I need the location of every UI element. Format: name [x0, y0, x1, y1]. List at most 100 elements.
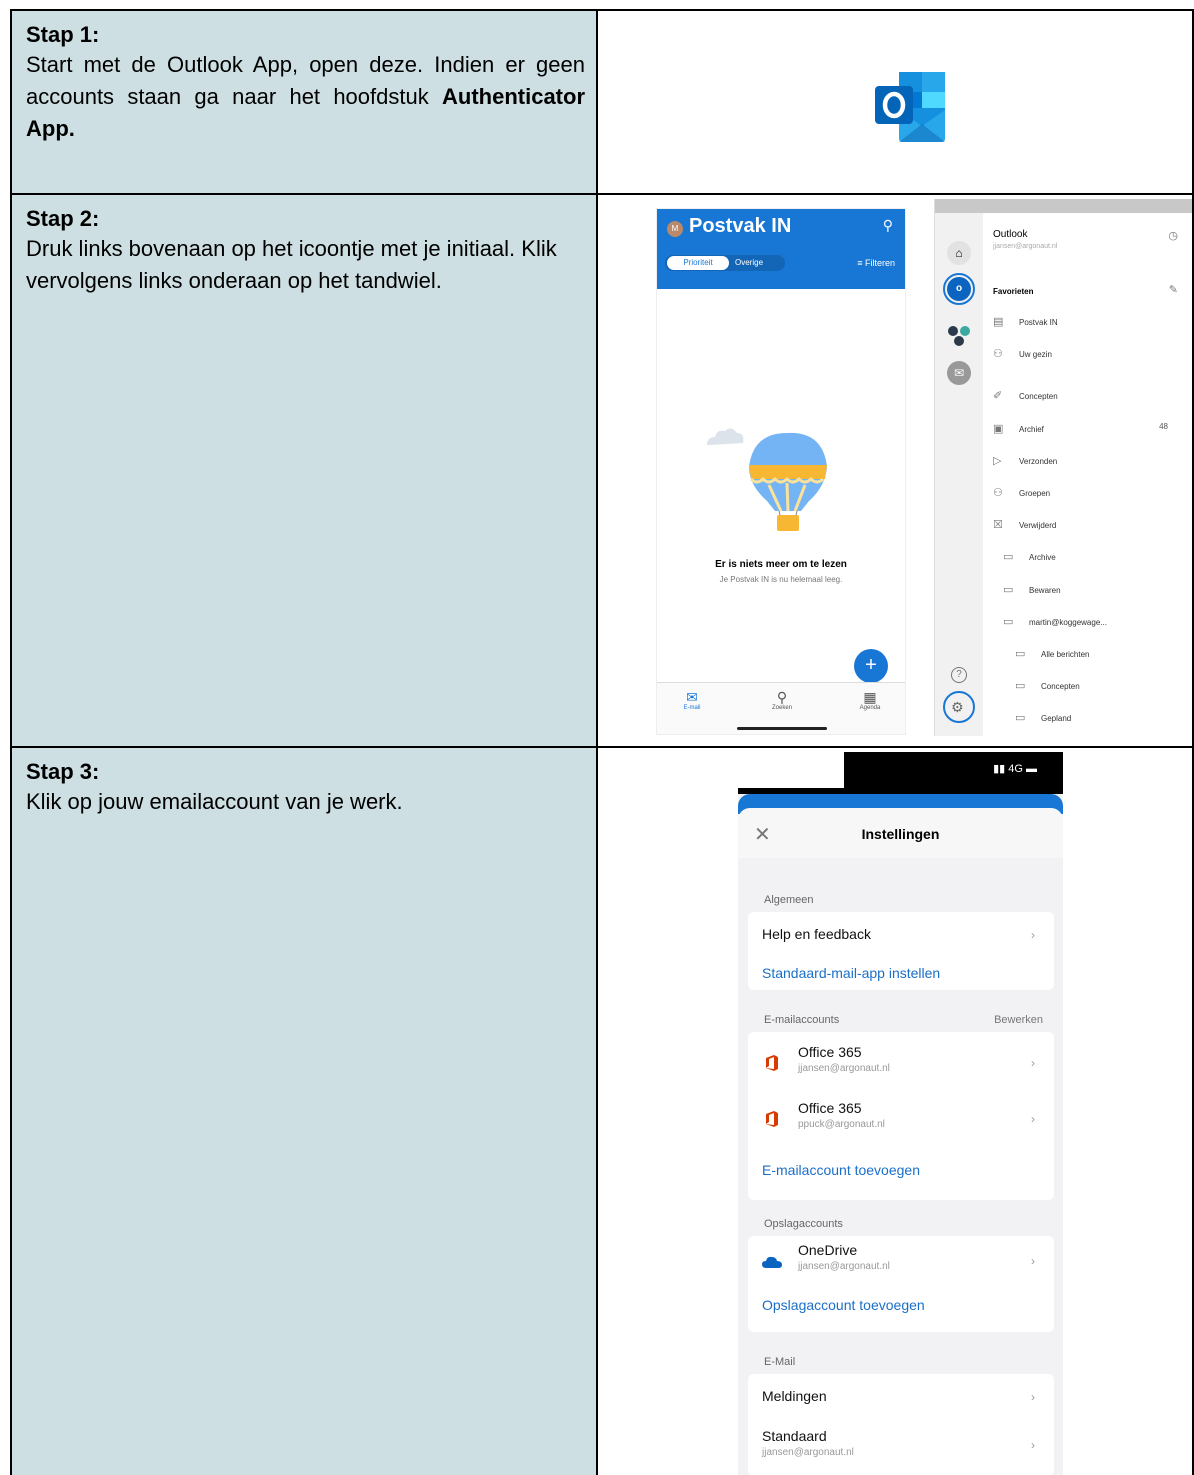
account-2-name[interactable]: Office 365: [798, 1100, 862, 1116]
add-email-account-link[interactable]: E-mailaccount toevoegen: [762, 1162, 920, 1178]
filter-icon: ≡: [857, 258, 865, 268]
folder-label: Verzonden: [1019, 456, 1058, 466]
network-label: 4G: [1008, 763, 1023, 775]
outlook-logo-icon: [875, 72, 945, 142]
inbox-title: Postvak IN: [689, 215, 792, 237]
step-1-text: Start met de Outlook App, open deze. Ind…: [26, 49, 585, 145]
edit-icon[interactable]: ✎: [1169, 283, 1178, 296]
step-1-image-cell: [596, 9, 1194, 195]
folder-item[interactable]: ▭ Archive: [1003, 550, 1056, 563]
avatar[interactable]: M: [667, 221, 683, 237]
folder-label: Concepten: [1019, 392, 1058, 402]
step-3-title: Stap 3:: [26, 759, 100, 784]
folder-label: Gepland: [1041, 714, 1072, 724]
calendar-icon: ▦: [863, 689, 877, 705]
folder-icon: ▭: [1003, 551, 1014, 564]
add-account-icon[interactable]: ✉: [947, 361, 971, 385]
folder-item[interactable]: ⚇ Groepen: [993, 486, 1050, 499]
notifications-item[interactable]: Meldingen: [762, 1388, 827, 1404]
folder-label: Alle berichten: [1041, 650, 1090, 659]
app-icon[interactable]: [945, 321, 973, 349]
account-1-name[interactable]: Office 365: [798, 1044, 862, 1060]
tab-calendar-label: Agenda: [859, 705, 881, 711]
folder-item[interactable]: ▤ Postvak IN: [993, 315, 1058, 328]
default-mail-app-link[interactable]: Standaard-mail-app instellen: [762, 965, 940, 981]
help-feedback-item[interactable]: Help en feedback: [762, 926, 871, 942]
step-2-row: Stap 2: Druk links bovenaan op het icoon…: [10, 195, 1194, 748]
empty-inbox-subtitle: Je Postvak IN is nu helemaal leeg.: [719, 575, 843, 584]
folder-item[interactable]: ▭ martin@koggewage...: [1003, 615, 1107, 628]
chevron-right-icon: ›: [1031, 928, 1035, 942]
menu-screenshot: ⌂ o ✉ ? ⚙ Outlook jjansen@argonaut.nl ◷ …: [934, 199, 1192, 736]
folder-label: martin@koggewage...: [1029, 617, 1107, 627]
folder-item[interactable]: ▭ Alle berichten: [1015, 647, 1089, 660]
edit-link[interactable]: Bewerken: [994, 1014, 1043, 1026]
signal-icon: ▮▮: [993, 763, 1009, 775]
account-name: Outlook: [993, 229, 1028, 240]
folder-count-badge: 48: [1159, 421, 1168, 431]
home-icon[interactable]: ⌂: [947, 241, 971, 265]
folder-label: Verwijderd: [1019, 521, 1057, 531]
folder-item[interactable]: ▣ Archief: [993, 422, 1044, 435]
chevron-right-icon: ›: [1031, 1390, 1035, 1404]
default-account-email: jjansen@argonaut.nl: [762, 1447, 854, 1458]
folder-item[interactable]: ▭ Concepten: [1015, 679, 1080, 692]
office365-icon: [766, 1111, 778, 1127]
alarm-icon[interactable]: ◷: [1168, 229, 1178, 242]
section-email-accounts: E-mailaccounts: [764, 1014, 840, 1026]
default-account-item[interactable]: Standaard: [762, 1428, 827, 1444]
folder-item[interactable]: ▷ Verzonden: [993, 454, 1057, 467]
tab-email[interactable]: ✉ E-mail: [667, 689, 717, 711]
tab-email-label: E-mail: [683, 705, 701, 711]
search-icon: ⚲: [776, 689, 788, 705]
chevron-right-icon: ›: [1031, 1112, 1035, 1126]
tab-overige[interactable]: Overige: [735, 256, 763, 270]
step-2-title: Stap 2:: [26, 206, 100, 231]
tab-search-label: Zoeken: [771, 705, 792, 711]
settings-title: Instellingen: [861, 826, 940, 842]
account-rail: ⌂ o ✉ ? ⚙: [935, 213, 983, 736]
office365-icon: [766, 1055, 778, 1071]
home-indicator: [737, 727, 827, 730]
folder-icon: ▭: [1015, 712, 1026, 725]
balloon-illustration: [707, 428, 827, 531]
tab-prioriteit[interactable]: Prioriteit: [667, 256, 729, 270]
step-2-instructions: Stap 2: Druk links bovenaan op het icoon…: [10, 195, 597, 748]
account-2-email: ppuck@argonaut.nl: [798, 1119, 885, 1130]
step-3-image-cell: ▮▮ 4G ▬ ✕ Instellingen Algemeen Help en …: [596, 748, 1194, 1475]
folder-label: Uw gezin: [1019, 350, 1052, 360]
folder-label: Archief: [1019, 424, 1044, 434]
send-icon: ▷: [993, 454, 1002, 467]
inbox-icon: ▤: [993, 316, 1004, 328]
archive-icon: ▣: [993, 422, 1004, 435]
onedrive-email: jjansen@argonaut.nl: [798, 1261, 890, 1272]
step-2-image-cell: M Postvak IN ⚲ Prioriteit Overige ≡ Filt…: [596, 195, 1194, 748]
folder-label: Bewaren: [1029, 585, 1061, 595]
outlook-account-icon[interactable]: o: [947, 277, 971, 301]
help-icon[interactable]: ?: [951, 667, 967, 683]
section-mail: E-Mail: [764, 1356, 796, 1368]
tab-calendar[interactable]: ▦ Agenda: [845, 689, 895, 711]
folder-label: Groepen: [1019, 489, 1051, 498]
chevron-right-icon: ›: [1031, 1254, 1035, 1268]
compose-button[interactable]: +: [854, 649, 888, 683]
add-storage-account-link[interactable]: Opslagaccount toevoegen: [762, 1297, 925, 1313]
gear-icon[interactable]: ⚙: [951, 699, 964, 716]
folder-item[interactable]: ☒ Verwijderd: [993, 518, 1056, 531]
draft-icon: ✐: [993, 390, 1003, 403]
folder-item[interactable]: ✐ Concepten: [993, 389, 1058, 402]
step-1-row: Stap 1: Start met de Outlook App, open d…: [10, 9, 1194, 195]
folder-item[interactable]: ▭ Bewaren: [1003, 583, 1061, 596]
section-storage-accounts: Opslagaccounts: [764, 1218, 843, 1230]
folder-item[interactable]: ⚇ Uw gezin: [993, 347, 1052, 360]
onedrive-icon: [762, 1256, 782, 1268]
onedrive-name[interactable]: OneDrive: [798, 1242, 857, 1258]
search-icon[interactable]: ⚲: [883, 217, 893, 234]
step-3-row: Stap 3: Klik op jouw emailaccount van je…: [10, 748, 1194, 1475]
folder-icon: ▭: [1003, 615, 1014, 628]
folder-item[interactable]: ▭ Gepland: [1015, 711, 1071, 724]
tab-search[interactable]: ⚲ Zoeken: [757, 689, 807, 711]
mail-icon: ✉: [686, 689, 698, 705]
filter-button[interactable]: ≡ Filteren: [857, 256, 895, 270]
folder-label: Concepten: [1041, 682, 1080, 692]
